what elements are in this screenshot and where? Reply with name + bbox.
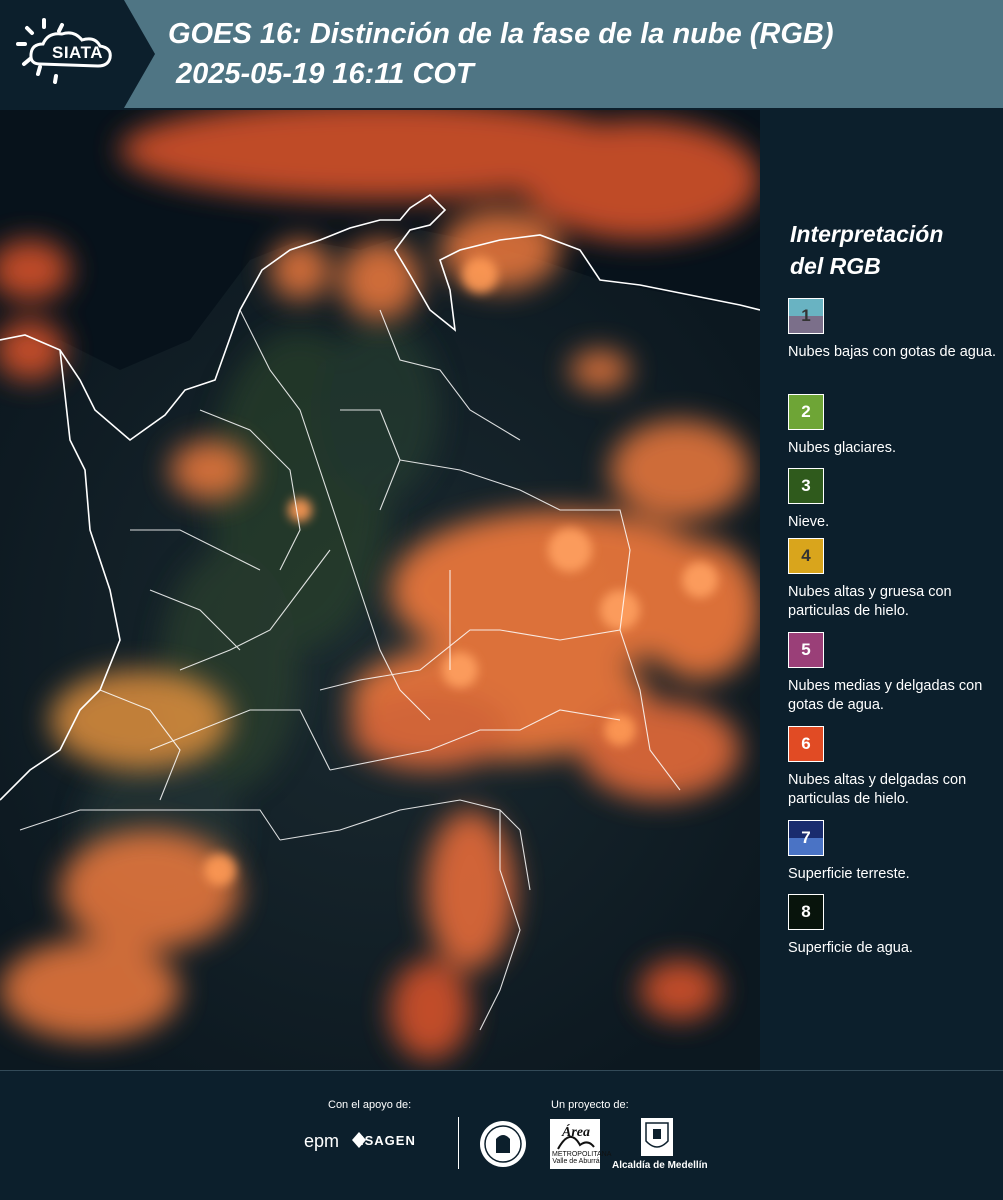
legend-number: 8 [801, 902, 811, 921]
legend-label: Superficie terreste. [788, 866, 910, 882]
legend-swatch: 4 [788, 538, 824, 574]
isagen-logo: ISAGEN [360, 1133, 416, 1148]
alcaldia-logo: Alcaldía de Medellín [612, 1160, 708, 1171]
epm-logo: epm [304, 1131, 340, 1151]
siata-logo: SIATA [0, 0, 155, 108]
support-label: Con el apoyo de: [328, 1099, 412, 1111]
legend-label: Nubes altas y gruesa con particulas de h… [788, 584, 952, 619]
legend-number: 4 [801, 546, 811, 565]
legend-label: Nubes medias y delgadas con gotas de agu… [788, 678, 983, 713]
legend-item-3: 3 Nieve. [788, 468, 998, 532]
legend-item-8: 8 Superficie de agua. [788, 894, 998, 958]
legend-number: 1 [801, 306, 811, 325]
legend-item-4: 4 Nubes altas y gruesa con particulas de… [788, 538, 998, 621]
legend-swatch: 2 [788, 394, 824, 430]
page-subtitle: 2025-05-19 16:11 COT [176, 58, 474, 90]
alcaldia-shield-icon [641, 1118, 673, 1156]
area-logo-word: Área [562, 1125, 590, 1140]
legend-title-line1: Interpretación [790, 221, 944, 247]
header-bar: SIATA GOES 16: Distinción de la fase de … [0, 0, 1003, 108]
legend-swatch: 6 [788, 726, 824, 762]
legend-item-6: 6 Nubes altas y delgadas con particulas … [788, 726, 998, 809]
legend-panel: Interpretación del RGB 1 Nubes bajas con… [770, 110, 1003, 1070]
satellite-map [0, 110, 760, 1070]
legend-swatch: 7 [788, 820, 824, 856]
legend-item-7: 7 Superficie terreste. [788, 820, 998, 884]
legend-swatch: 8 [788, 894, 824, 930]
legend-number: 3 [801, 476, 811, 495]
legend-item-1: 1 Nubes bajas con gotas de agua. [788, 298, 998, 362]
seal-icon [480, 1121, 526, 1167]
legend-number: 6 [801, 734, 811, 753]
legend-number: 5 [801, 640, 811, 659]
legend-label: Nubes glaciares. [788, 440, 896, 456]
legend-number: 7 [801, 828, 811, 847]
logo-text: SIATA [52, 43, 103, 62]
legend-number: 2 [801, 402, 811, 421]
page-title: GOES 16: Distinción de la fase de la nub… [168, 18, 834, 50]
legend-label: Nubes bajas con gotas de agua. [788, 344, 996, 360]
footer-divider [458, 1117, 459, 1169]
legend-item-5: 5 Nubes medias y delgadas con gotas de a… [788, 632, 998, 715]
legend-title: Interpretación del RGB [790, 218, 990, 282]
project-label: Un proyecto de: [551, 1099, 629, 1111]
footer: Con el apoyo de: Un proyecto de: epm ISA… [0, 1070, 1003, 1200]
legend-swatch: 5 [788, 632, 824, 668]
legend-label: Nieve. [788, 514, 830, 530]
legend-label: Nubes altas y delgadas con particulas de… [788, 772, 967, 807]
legend-swatch: 1 [788, 298, 824, 334]
area-metropolitana-text: METROPOLITANA Valle de Aburrá [552, 1151, 612, 1165]
legend-label: Superficie de agua. [788, 940, 913, 956]
legend-swatch: 3 [788, 468, 824, 504]
legend-title-line2: del RGB [790, 253, 881, 279]
legend-item-2: 2 Nubes glaciares. [788, 394, 998, 458]
